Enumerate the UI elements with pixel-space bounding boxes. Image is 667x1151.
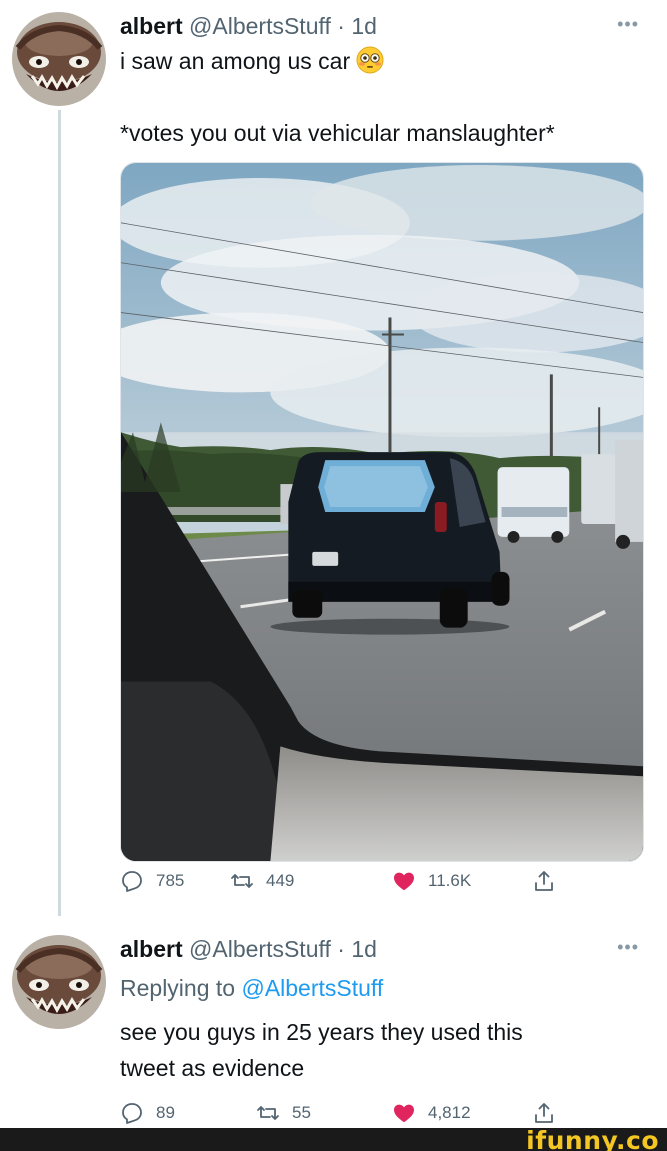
retweet-count: 55 bbox=[292, 1103, 311, 1122]
like-icon bbox=[394, 1104, 414, 1123]
reply-button[interactable]: 785 bbox=[120, 866, 184, 896]
tweet-body: Replying to @AlbertsStuff see you guys i… bbox=[120, 970, 523, 1086]
tweet-body: i saw an among us car *votes you out via… bbox=[120, 43, 555, 151]
reply-button[interactable]: 89 bbox=[120, 1098, 175, 1128]
tweet-actions: 89 55 4,812 bbox=[120, 1098, 590, 1128]
more-options-icon[interactable]: ••• bbox=[617, 14, 639, 35]
photo-image bbox=[121, 163, 643, 861]
timestamp[interactable]: 1d bbox=[351, 936, 377, 962]
share-icon bbox=[535, 871, 553, 891]
retweet-button[interactable]: 55 bbox=[256, 1098, 311, 1128]
display-name[interactable]: albert bbox=[120, 13, 183, 39]
timestamp[interactable]: 1d bbox=[351, 13, 377, 39]
tweet-text-1: i saw an among us car bbox=[120, 48, 351, 74]
display-name[interactable]: albert bbox=[120, 936, 183, 962]
tweet-line-2: *votes you out via vehicular manslaughte… bbox=[120, 120, 555, 146]
username[interactable]: @AlbertsStuff bbox=[189, 13, 331, 39]
reply-icon bbox=[122, 871, 142, 892]
username[interactable]: @AlbertsStuff bbox=[189, 936, 331, 962]
avatar[interactable] bbox=[12, 935, 106, 1029]
like-icon bbox=[394, 872, 414, 891]
retweet-icon bbox=[257, 1106, 279, 1120]
reply-count: 89 bbox=[156, 1103, 175, 1122]
tweet-header: albert @AlbertsStuff · 1d bbox=[120, 12, 377, 40]
avatar-image bbox=[12, 12, 106, 106]
tweet-actions: 785 449 11.6K bbox=[120, 866, 590, 896]
tweet-line-1: see you guys in 25 years they used this bbox=[120, 1019, 523, 1045]
tweet-header: albert @AlbertsStuff · 1d bbox=[120, 935, 377, 963]
reply-count: 785 bbox=[156, 871, 185, 890]
like-button[interactable]: 11.6K bbox=[392, 866, 471, 896]
thread-line bbox=[58, 110, 61, 916]
like-count: 11.6K bbox=[428, 871, 472, 890]
watermark-bar: ifunny.co bbox=[0, 1126, 667, 1151]
share-button[interactable] bbox=[532, 866, 556, 896]
flushed-face-emoji-icon bbox=[356, 46, 384, 74]
tweet-line-2: tweet as evidence bbox=[120, 1055, 305, 1081]
retweet-icon bbox=[231, 874, 253, 888]
share-icon bbox=[535, 1103, 553, 1123]
retweet-button[interactable]: 449 bbox=[230, 866, 294, 896]
avatar[interactable] bbox=[12, 12, 106, 106]
reply-icon bbox=[122, 1103, 142, 1124]
time-separator: · bbox=[330, 936, 352, 962]
share-button[interactable] bbox=[532, 1098, 556, 1128]
replying-to-mention[interactable]: @AlbertsStuff bbox=[241, 975, 383, 1001]
tweet-media-photo[interactable] bbox=[120, 162, 644, 862]
tweet-line-1: i saw an among us car bbox=[120, 43, 555, 79]
retweet-count: 449 bbox=[266, 871, 295, 890]
like-count: 4,812 bbox=[428, 1103, 471, 1122]
more-options-icon[interactable]: ••• bbox=[617, 937, 639, 958]
time-separator: · bbox=[330, 13, 352, 39]
like-button[interactable]: 4,812 bbox=[392, 1098, 471, 1128]
replying-to-label: Replying to bbox=[120, 975, 242, 1001]
ifunny-watermark: ifunny.co bbox=[526, 1126, 659, 1151]
replying-to: Replying to @AlbertsStuff bbox=[120, 970, 523, 1006]
avatar-image bbox=[12, 935, 106, 1029]
